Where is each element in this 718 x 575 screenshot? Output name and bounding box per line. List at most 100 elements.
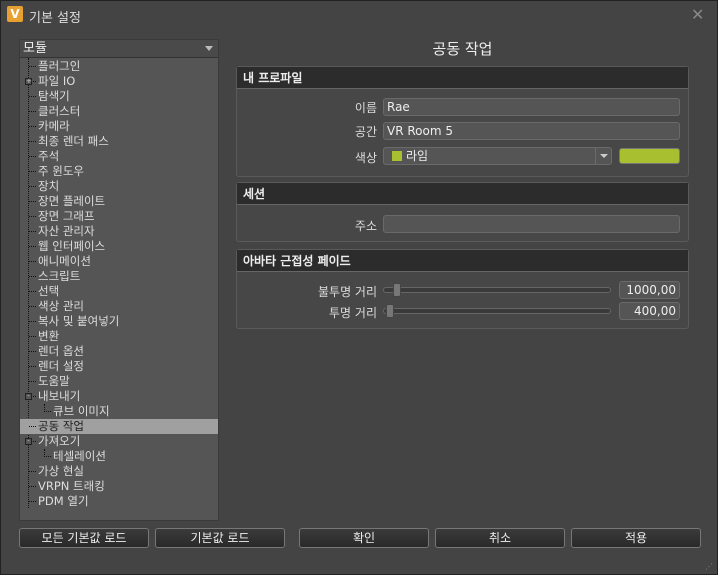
- tree-item[interactable]: - 내보내기: [20, 389, 218, 404]
- tree-line: [29, 231, 36, 232]
- tree-item[interactable]: 테셀레이션: [20, 449, 218, 464]
- tree-item-label: 복사 및 붙여넣기: [38, 314, 120, 328]
- tree-line: [29, 351, 36, 352]
- tree-line: [29, 126, 36, 127]
- tree-item[interactable]: 큐브 이미지: [20, 404, 218, 419]
- tree-item[interactable]: 장면 플레이트: [20, 194, 218, 209]
- room-input[interactable]: VR Room 5: [383, 122, 680, 140]
- tree-item[interactable]: + 파일 IO: [20, 74, 218, 89]
- avatar-fade-group: 아바타 근접성 페이드 불투명 거리 1000,00 투명 거리 400,00: [236, 249, 689, 329]
- session-header: 세션: [237, 183, 688, 205]
- tree-item[interactable]: 카메라: [20, 119, 218, 134]
- tree-item[interactable]: 탐색기: [20, 89, 218, 104]
- apply-button[interactable]: 적용: [571, 528, 701, 548]
- load-defaults-button[interactable]: 기본값 로드: [155, 528, 285, 548]
- tree-line: [29, 186, 36, 187]
- load-all-defaults-button[interactable]: 모든 기본값 로드: [19, 528, 149, 548]
- tree-item-label: 가상 현실: [38, 464, 84, 478]
- transparent-distance-slider[interactable]: [383, 308, 611, 314]
- color-preview-button[interactable]: [619, 148, 680, 164]
- tree-item[interactable]: 장치: [20, 179, 218, 194]
- tree-line: [44, 411, 51, 412]
- app-logo-icon: V: [7, 6, 23, 22]
- color-label: 색상: [354, 151, 377, 165]
- opaque-distance-label: 불투명 거리: [317, 285, 377, 299]
- tree-item-label: 파일 IO: [38, 74, 76, 88]
- tree-item-label: VRPN 트래킹: [38, 479, 105, 493]
- color-select-value: 라임: [406, 149, 429, 163]
- tree-item-label: 주 윈도우: [38, 164, 84, 178]
- collapse-icon[interactable]: -: [25, 393, 32, 400]
- color-swatch-icon: [392, 151, 402, 161]
- module-dropdown-label: 모듈: [23, 41, 47, 56]
- expand-icon[interactable]: +: [25, 78, 32, 85]
- tree-line: [29, 201, 36, 202]
- tree-item[interactable]: 선택: [20, 284, 218, 299]
- tree-line: [44, 456, 51, 457]
- color-select[interactable]: 라임: [383, 147, 612, 165]
- tree-item[interactable]: VRPN 트래킹: [20, 479, 218, 494]
- opaque-distance-slider[interactable]: [383, 287, 611, 293]
- tree-item-label: 내보내기: [38, 389, 81, 403]
- tree-line: [29, 261, 36, 262]
- tree-item-label: 공동 작업: [38, 419, 84, 433]
- tree-item[interactable]: 최종 렌더 패스: [20, 134, 218, 149]
- name-label: 이름: [354, 101, 377, 115]
- tree-line: [29, 366, 36, 367]
- tree-item-label: 렌더 옵션: [38, 344, 84, 358]
- tree-item[interactable]: 클러스터: [20, 104, 218, 119]
- tree-item[interactable]: 웹 인터페이스: [20, 239, 218, 254]
- tree-item-label: 가져오기: [38, 434, 81, 448]
- tree-item[interactable]: PDM 열기: [20, 494, 218, 509]
- transparent-distance-input[interactable]: 400,00: [619, 302, 680, 320]
- tree-line: [29, 171, 36, 172]
- transparent-distance-slider-thumb[interactable]: [386, 304, 394, 318]
- ok-button[interactable]: 확인: [299, 528, 429, 548]
- tree-line: [29, 291, 36, 292]
- address-label: 주소: [354, 219, 377, 233]
- tree-item[interactable]: 자산 관리자: [20, 224, 218, 239]
- resize-grip-icon[interactable]: ⋰: [705, 562, 713, 571]
- room-label: 공간: [354, 125, 377, 139]
- collapse-icon[interactable]: -: [25, 438, 32, 445]
- tree-item[interactable]: 플러그인: [20, 59, 218, 74]
- name-input[interactable]: Rae: [383, 98, 680, 116]
- tree-item[interactable]: 가상 현실: [20, 464, 218, 479]
- tree-item-label: 탐색기: [38, 89, 70, 103]
- tree-item[interactable]: 변환: [20, 329, 218, 344]
- opaque-distance-input[interactable]: 1000,00: [619, 281, 680, 299]
- tree-item[interactable]: 주 윈도우: [20, 164, 218, 179]
- tree-item[interactable]: 주석: [20, 149, 218, 164]
- tree-item[interactable]: 스크립트: [20, 269, 218, 284]
- module-tree[interactable]: 모듈 플러그인 + 파일 IO 탐색기 클러스터 카메라 최종 렌더 패스 주석 주 윈도우 장치…: [19, 39, 219, 521]
- tree-item[interactable]: 렌더 옵션: [20, 344, 218, 359]
- page-title: 공동 작업: [432, 40, 493, 58]
- module-dropdown[interactable]: 모듈: [20, 40, 218, 58]
- tree-item[interactable]: 애니메이션: [20, 254, 218, 269]
- tree-item[interactable]: 장면 그래프: [20, 209, 218, 224]
- tree-item[interactable]: 색상 관리: [20, 299, 218, 314]
- tree-item-label: 장면 플레이트: [38, 194, 106, 208]
- cancel-button[interactable]: 취소: [435, 528, 565, 548]
- tree-item[interactable]: 도움말: [20, 374, 218, 389]
- tree-line: [29, 141, 36, 142]
- close-icon[interactable]: ✕: [691, 5, 704, 24]
- tree-line: [29, 111, 36, 112]
- tree-line: [29, 276, 36, 277]
- tree-item[interactable]: 렌더 설정: [20, 359, 218, 374]
- tree-line: [29, 96, 36, 97]
- chevron-down-icon[interactable]: [595, 148, 611, 164]
- tree-item-label: 색상 관리: [38, 299, 84, 313]
- tree-item-label: 도움말: [38, 374, 70, 388]
- address-input[interactable]: [383, 215, 680, 233]
- tree-item[interactable]: 공동 작업: [20, 419, 218, 434]
- tree-item-label: 장치: [38, 179, 60, 193]
- profile-group: 내 프로파일 이름 Rae 공간 VR Room 5 색상 라임: [236, 66, 689, 177]
- tree-line: [29, 66, 36, 67]
- tree-item[interactable]: 복사 및 붙여넣기: [20, 314, 218, 329]
- tree-item-label: 선택: [38, 284, 60, 298]
- tree-item[interactable]: - 가져오기: [20, 434, 218, 449]
- tree-line: [29, 381, 36, 382]
- opaque-distance-slider-thumb[interactable]: [393, 283, 401, 297]
- transparent-distance-label: 투명 거리: [329, 306, 377, 320]
